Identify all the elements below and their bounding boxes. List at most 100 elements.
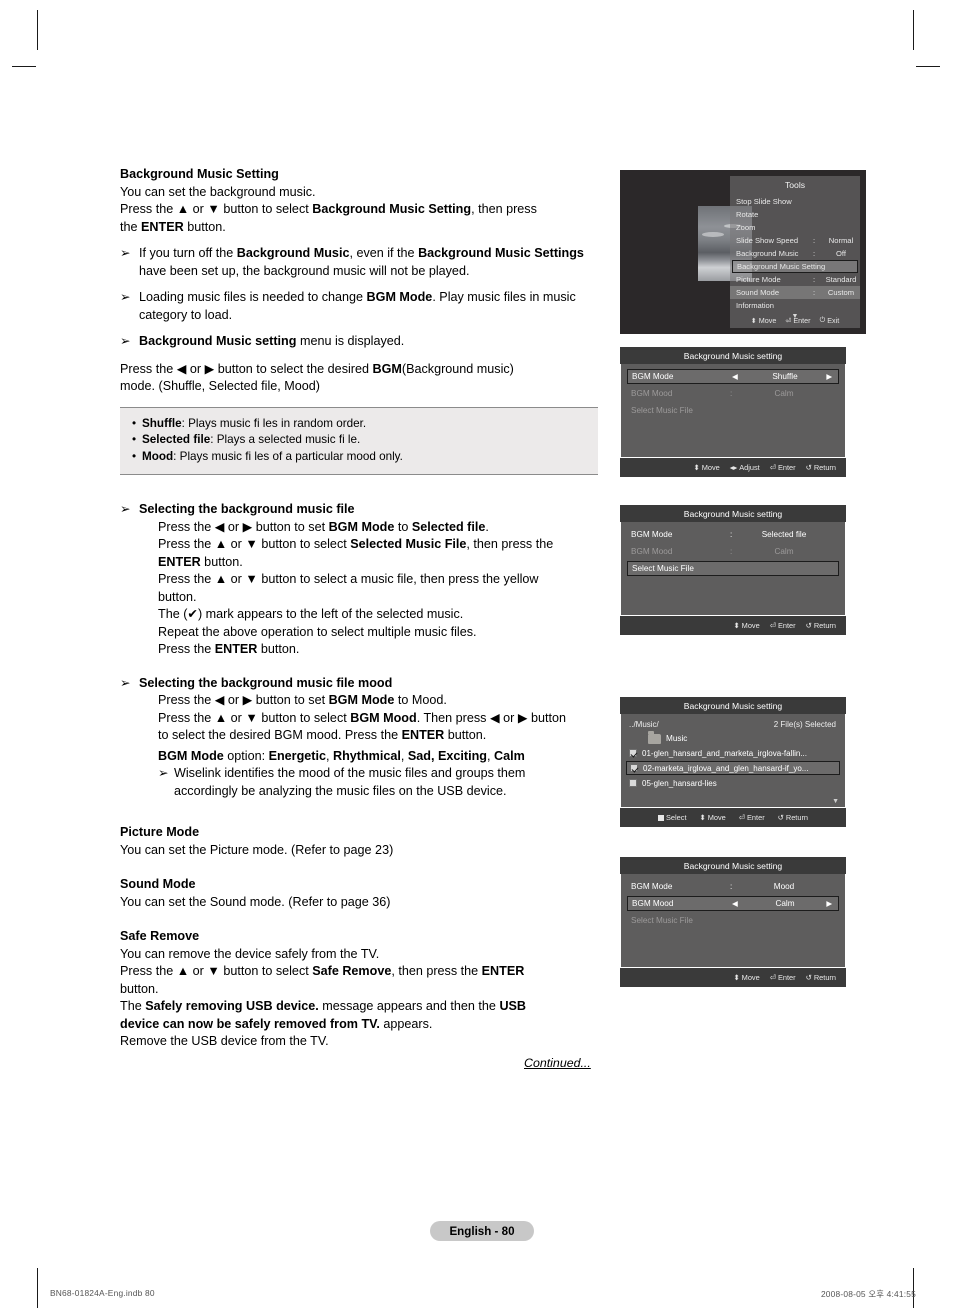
tools-item-stop-slide-show[interactable]: Stop Slide Show	[730, 195, 860, 208]
tools-item-colon: :	[813, 288, 816, 297]
b0-c: , even if the	[349, 246, 419, 260]
sr-l4a: The	[120, 999, 146, 1013]
bgm-row-select-music-file[interactable]: Select Music File	[627, 913, 839, 928]
continued-label: Continued...	[524, 1056, 591, 1070]
bgm-row-mode[interactable]: BGM Mode ◀ Shuffle ▶	[627, 369, 839, 384]
bgm-row-colon: :	[730, 547, 733, 556]
bgm-row-mood[interactable]: BGM Mood : Calm	[627, 386, 839, 401]
right-arrow-icon[interactable]: ▶	[826, 372, 832, 381]
bgm-row-mode[interactable]: BGM Mode : Mood	[627, 879, 839, 894]
selected-count: 2 File(s) Selected	[773, 720, 836, 729]
selecting-file-l4: Press the ▲ or ▼ button to select a musi…	[158, 572, 539, 586]
wiselink-note: ➢ Wiselink identifies the mood of the mu…	[139, 765, 598, 800]
file-row[interactable]: 02-marketa_irglova_and_glen_hansard-if_y…	[626, 761, 840, 775]
bgm-row-value: Selected file	[761, 530, 807, 539]
tools-item-picture-mode[interactable]: Picture Mode : Standard	[730, 273, 860, 286]
footer-enter: ⏎ Enter	[785, 316, 810, 325]
bgm-row-colon: :	[730, 882, 733, 891]
tools-menu-title: Tools	[784, 180, 806, 190]
selecting-mood-l3: to select the desired BGM mood. Press th…	[139, 727, 598, 745]
bgm-row-select-music-file[interactable]: Select Music File	[627, 403, 839, 418]
selecting-file-l3: ENTER button.	[139, 554, 598, 572]
bgm-mode-a: Press the ◀ or ▶ button to select the de…	[120, 361, 373, 376]
sm-optf: ,	[400, 748, 408, 763]
footer-return: ↺ Return	[806, 973, 836, 982]
tools-item-label: Zoom	[736, 223, 756, 232]
b0-e: Settings	[534, 246, 584, 260]
tools-item-slide-show-speed[interactable]: Slide Show Speed : Normal	[730, 234, 860, 247]
tools-item-sound-mode[interactable]: Sound Mode : Custom	[730, 286, 860, 299]
sm-opth: ,	[486, 748, 494, 763]
checkbox-unchecked-icon[interactable]	[629, 779, 637, 787]
selecting-mood-l1: Press the ◀ or ▶ button to set BGM Mode …	[139, 692, 598, 710]
leftright-arrow-icon: ◂▸	[729, 463, 738, 472]
info-term-selected-file: Selected file	[142, 433, 211, 446]
scroll-down-icon[interactable]: ▼	[832, 798, 839, 805]
bullet-dot-icon: •	[132, 449, 137, 463]
intro-line-2-c: , then press	[471, 202, 537, 216]
enter-icon: ⏎	[769, 463, 776, 472]
intro-line-3-c: button.	[183, 219, 226, 234]
tools-menu-panel: Tools Stop Slide Show Rotate Zoom Slide …	[730, 176, 860, 328]
footer-return-label: Return	[785, 813, 809, 822]
bullet-arrow-icon: ➢	[120, 246, 131, 260]
sm-optb: option:	[223, 748, 269, 763]
sound-mode-text: You can set the Sound mode. (Refer to pa…	[120, 894, 391, 909]
tools-item-value: Custom	[827, 288, 855, 297]
bgm-row-mode[interactable]: BGM Mode : Selected file	[627, 527, 839, 542]
bgm-row-value: Shuffle	[772, 372, 798, 381]
left-arrow-icon[interactable]: ◀	[732, 372, 738, 381]
footer-return: ↺ Return	[778, 813, 808, 822]
updown-arrow-icon: ⬍	[750, 315, 757, 325]
bgm-row-label: BGM Mode	[631, 530, 673, 539]
folder-icon	[648, 731, 661, 744]
sm-optg: Sad, Exciting	[407, 748, 487, 763]
bgm-selfile-footer: ⬍ Move ⏎ Enter ↺ Return	[620, 616, 846, 635]
b1-b: BGM Mode	[366, 290, 433, 304]
folder-row-music[interactable]: Music	[626, 731, 840, 746]
b1-a: Loading music files is needed to change	[139, 290, 367, 304]
bgm-row-label: Select Music File	[631, 406, 693, 415]
updown-arrow-icon: ⬍	[733, 973, 740, 982]
tools-item-information[interactable]: Information	[730, 299, 860, 312]
selecting-file-l6: The (✔) mark appears to the left of the …	[158, 607, 464, 621]
tools-item-zoom[interactable]: Zoom	[730, 221, 860, 234]
footer-return: ↺ Return	[806, 463, 836, 472]
tools-item-background-music[interactable]: Background Music : Off	[730, 247, 860, 260]
sm-l1c: to Mood.	[394, 693, 447, 707]
file-row[interactable]: 01-glen_hansard_and_marketa_irglova-fall…	[626, 746, 840, 760]
checkbox-checked-icon[interactable]	[629, 749, 637, 757]
bgm-row-mood[interactable]: BGM Mood ◀ Calm ▶	[627, 896, 839, 911]
bullet-arrow-icon: ➢	[120, 675, 131, 690]
sm-l3b: ENTER	[401, 728, 445, 742]
selecting-file-l8: Press the ENTER button.	[139, 641, 598, 659]
safe-remove-l2: Press the ▲ or ▼ button to select Safe R…	[120, 963, 598, 981]
info-text-selected-file: : Plays a selected music fi le.	[210, 433, 361, 446]
tools-item-label: Rotate	[736, 210, 759, 219]
file-row[interactable]: 05-glen_hansard-lies	[626, 776, 840, 790]
bgm-row-label: Select Music File	[631, 916, 693, 925]
left-arrow-icon[interactable]: ◀	[732, 899, 738, 908]
enter-icon: ⏎	[738, 813, 745, 822]
right-arrow-icon[interactable]: ▶	[826, 899, 832, 908]
tools-item-background-music-setting[interactable]: Background Music Setting	[732, 260, 858, 273]
sr-l2c: , then press the	[391, 964, 482, 978]
selecting-file-l1: Press the ◀ or ▶ button to set BGM Mode …	[139, 519, 598, 537]
bgm-row-mood[interactable]: BGM Mood : Calm	[627, 544, 839, 559]
sf-l1e: .	[485, 519, 489, 534]
footer-move-label: Move	[758, 315, 777, 325]
bgm-mood-title: Background Music setting	[620, 857, 846, 874]
bgm-row-select-music-file[interactable]: Select Music File	[627, 561, 839, 576]
intro-line-3-b: ENTER	[141, 219, 184, 234]
info-item-selected-file: • Selected file: Plays a selected music f…	[132, 432, 588, 449]
tools-item-rotate[interactable]: Rotate	[730, 208, 860, 221]
picture-mode-heading: Picture Mode	[120, 825, 200, 839]
tools-item-label: Slide Show Speed	[736, 236, 799, 245]
page-title: Background Music Setting	[120, 167, 279, 181]
checkbox-checked-icon[interactable]	[630, 764, 638, 772]
safe-remove-l3: button.	[120, 981, 159, 996]
selecting-file-heading: Selecting the background music file	[139, 502, 355, 516]
bgm-row-value: Calm	[774, 547, 794, 556]
return-icon: ↺	[805, 973, 812, 982]
footer-move: ⬍ Move	[733, 973, 759, 982]
